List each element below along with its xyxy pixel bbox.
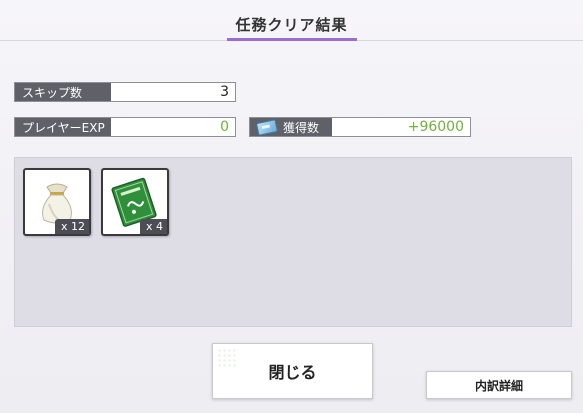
skip-count-value: 3	[220, 84, 229, 100]
ticket-icon	[255, 118, 279, 136]
rewards-panel: x 12 x 4	[14, 157, 572, 327]
skip-count-row: スキップ数 3	[14, 82, 236, 102]
breakdown-detail-button[interactable]: 内訳詳細	[426, 371, 572, 399]
player-exp-value: 0	[220, 119, 229, 135]
gained-label-text: 獲得数	[283, 120, 320, 135]
title-accent-underline	[227, 38, 357, 41]
result-dialog: 任務クリア結果 スキップ数 3 プレイヤーEXP 0 獲得数 +96000 x …	[0, 0, 583, 413]
gained-label: 獲得数	[250, 118, 332, 136]
skip-count-label: スキップ数	[15, 83, 111, 101]
reward-item-green-book[interactable]: x 4	[101, 168, 169, 236]
reward-count: x 12	[54, 219, 89, 234]
close-button[interactable]: 閉じる	[212, 343, 373, 399]
gained-value: +96000	[407, 119, 464, 135]
gained-row: 獲得数 +96000	[249, 117, 471, 137]
reward-item-pouch[interactable]: x 12	[23, 168, 91, 236]
reward-count: x 4	[139, 219, 167, 234]
player-exp-row: プレイヤーEXP 0	[14, 117, 236, 137]
dialog-title: 任務クリア結果	[235, 16, 348, 34]
player-exp-label: プレイヤーEXP	[15, 118, 111, 136]
